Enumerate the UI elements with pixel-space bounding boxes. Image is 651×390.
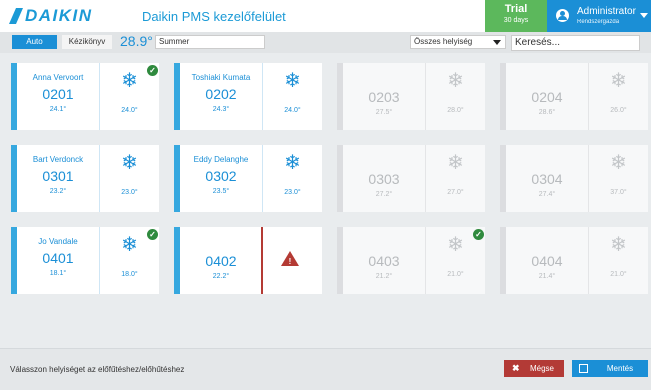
setpoint-temperature: 23.0° [121, 189, 138, 196]
user-menu[interactable]: Administrator Rendszergazda [547, 0, 651, 32]
room-number: 0203 [368, 89, 400, 105]
user-name: Administrator [577, 6, 636, 17]
warning-exclamation: ! [288, 257, 292, 266]
snowflake-icon: ❄ [610, 70, 627, 92]
current-temperature: 21.4° [538, 273, 556, 280]
top-header: DAIKIN Daikin PMS kezelőfelület Trial 30… [0, 0, 651, 33]
current-temperature: 18.1° [49, 270, 67, 277]
app-title: Daikin PMS kezelőfelület [142, 9, 286, 24]
room-tile-0204[interactable]: 0204 28.6° ❄ 26.0° [500, 63, 648, 130]
room-number: 0304 [531, 171, 563, 187]
snowflake-icon: ❄ [610, 152, 627, 174]
setpoint-temperature: 28.0° [447, 107, 464, 114]
room-number: 0201 [42, 86, 74, 102]
edit-icon [579, 364, 588, 373]
guest-name: Jo Vandale [38, 237, 78, 246]
check-icon: ✓ [147, 229, 158, 240]
room-number: 0202 [205, 86, 237, 102]
user-avatar-icon [556, 9, 569, 22]
alert-divider [261, 227, 263, 294]
current-temperature: 22.2° [212, 273, 230, 280]
room-filter-value: Összes helyiség [414, 37, 473, 46]
trial-days: 30 days [503, 17, 529, 24]
room-number: 0404 [531, 253, 563, 269]
guest-name: Anna Vervoort [32, 73, 84, 82]
room-tile-0303[interactable]: 0303 27.2° ❄ 27.0° [337, 145, 485, 212]
room-number: 0301 [42, 168, 74, 184]
room-tile-0301[interactable]: Bart Verdonck 0301 23.2° ❄ 23.0° [11, 145, 159, 212]
manual-mode-button[interactable]: Kézikönyv [62, 35, 112, 49]
snowflake-icon: ❄ [447, 70, 464, 92]
snowflake-icon: ❄ [121, 152, 138, 174]
guest-name: Eddy Delanghe [193, 155, 249, 164]
footer-hint: Válasszon helyiséget az előfűtéshez/előh… [10, 365, 185, 374]
setpoint-temperature: 37.0° [610, 189, 627, 196]
current-temperature: 27.2° [375, 191, 393, 198]
room-number: 0402 [205, 253, 237, 269]
cancel-button[interactable]: ✖ Mégse [504, 360, 564, 377]
snowflake-icon: ❄ [610, 234, 627, 256]
room-tile-0402[interactable]: 0402 22.2° ! [174, 227, 322, 294]
room-tile-0403[interactable]: 0403 21.2° ❄ 21.0° ✓ [337, 227, 485, 294]
room-tile-0203[interactable]: 0203 27.5° ❄ 28.0° [337, 63, 485, 130]
check-icon: ✓ [473, 229, 484, 240]
trial-badge: Trial 30 days [485, 0, 547, 32]
room-number: 0302 [205, 168, 237, 184]
snowflake-icon: ❄ [447, 152, 464, 174]
current-temperature: 27.4° [538, 191, 556, 198]
close-icon: ✖ [512, 363, 520, 373]
room-tile-0302[interactable]: Eddy Delanghe 0302 23.5° ❄ 23.0° [174, 145, 322, 212]
chevron-down-icon [640, 13, 648, 18]
daikin-logo-mark-icon [9, 8, 23, 24]
guest-name: Bart Verdonck [32, 155, 84, 164]
setpoint-temperature: 23.0° [284, 189, 301, 196]
setpoint-temperature: 18.0° [121, 271, 138, 278]
setpoint-temperature: 27.0° [447, 189, 464, 196]
daikin-logo: DAIKIN [9, 6, 93, 26]
snowflake-icon: ❄ [284, 152, 301, 174]
room-tile-0304[interactable]: 0304 27.4° ❄ 37.0° [500, 145, 648, 212]
room-tile-0202[interactable]: Toshiaki Kumata 0202 24.3° ❄ 24.0° [174, 63, 322, 130]
trial-title: Trial [504, 3, 528, 15]
setpoint-temperature: 24.0° [284, 107, 301, 114]
outdoor-temperature: 28.9° [120, 33, 153, 49]
room-number: 0403 [368, 253, 400, 269]
guest-name: Toshiaki Kumata [191, 73, 251, 82]
auto-mode-button[interactable]: Auto [12, 35, 57, 49]
room-tile-0404[interactable]: 0404 21.4° ❄ 21.0° [500, 227, 648, 294]
current-temperature: 24.1° [49, 106, 67, 113]
room-tile-0201[interactable]: Anna Vervoort 0201 24.1° ❄ 24.0° ✓ [11, 63, 159, 130]
current-temperature: 24.3° [212, 106, 230, 113]
setpoint-temperature: 26.0° [610, 107, 627, 114]
footer-bar: Válasszon helyiséget az előfűtéshez/előh… [0, 348, 651, 390]
search-input[interactable]: Keresés... [511, 35, 640, 51]
check-icon: ✓ [147, 65, 158, 76]
current-temperature: 28.6° [538, 109, 556, 116]
setpoint-temperature: 24.0° [121, 107, 138, 114]
save-button[interactable]: Mentés [572, 360, 648, 377]
room-tile-0401[interactable]: Jo Vandale 0401 18.1° ❄ 18.0° ✓ [11, 227, 159, 294]
room-number: 0204 [531, 89, 563, 105]
user-role: Rendszergazda [577, 19, 620, 25]
room-number: 0401 [42, 250, 74, 266]
current-temperature: 27.5° [375, 109, 393, 116]
toolbar: Auto Kézikönyv 28.9° Summer Összes helyi… [0, 32, 651, 53]
room-filter-select[interactable]: Összes helyiség [410, 35, 506, 49]
logo-text: DAIKIN [25, 6, 93, 25]
current-temperature: 23.5° [212, 188, 230, 195]
save-label: Mentés [606, 364, 634, 373]
cancel-label: Mégse [529, 364, 554, 373]
season-field[interactable]: Summer [155, 35, 265, 49]
setpoint-temperature: 21.0° [447, 271, 464, 278]
snowflake-icon: ❄ [284, 70, 301, 92]
room-number: 0303 [368, 171, 400, 187]
current-temperature: 21.2° [375, 273, 393, 280]
setpoint-temperature: 21.0° [610, 271, 627, 278]
current-temperature: 23.2° [49, 188, 67, 195]
dropdown-arrow-icon [493, 40, 501, 45]
